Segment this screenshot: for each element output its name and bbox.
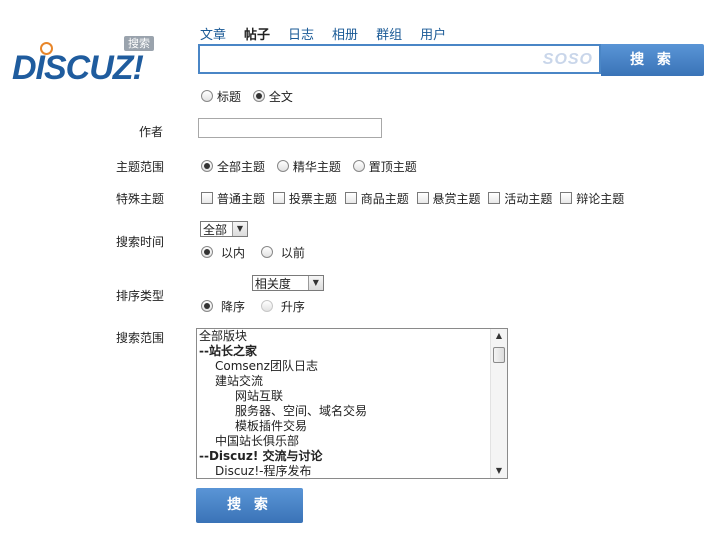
radio-icon (201, 90, 213, 102)
discuz-logo[interactable]: DISCUZ! 搜索 (12, 36, 177, 86)
special-activity[interactable]: 活动主题 (488, 192, 552, 206)
list-item[interactable]: 中国站长俱乐部 (197, 434, 507, 449)
special-reward[interactable]: 悬赏主题 (416, 192, 481, 206)
search-time-before[interactable]: 以前 (260, 246, 305, 260)
list-item[interactable]: --Discuz! 交流与讨论 (197, 449, 507, 464)
soso-watermark: SOSO (542, 51, 593, 68)
sort-desc[interactable]: 降序 (201, 300, 245, 314)
scroll-up-arrow-icon[interactable]: ▲ (491, 329, 507, 343)
topic-range-sticky[interactable]: 置顶主题 (352, 160, 417, 174)
checkbox-icon (201, 192, 213, 204)
radio-icon (276, 160, 289, 172)
radio-icon (260, 246, 273, 258)
search-input[interactable] (204, 46, 548, 74)
checkbox-icon (488, 192, 501, 204)
topic-range-all[interactable]: 全部主题 (201, 160, 265, 174)
sort-asc[interactable]: 升序 (260, 300, 305, 314)
author-input[interactable] (198, 118, 382, 138)
dropdown-arrow-icon: ▼ (307, 276, 323, 290)
search-time-label: 搜索时间 (116, 235, 165, 249)
search-type-tabs: 文章 帖子 日志 相册 群组 用户 (200, 24, 464, 43)
topic-range-label: 主题范围 (116, 160, 165, 174)
list-item[interactable]: 网站互联 (197, 389, 507, 404)
tab-blogs[interactable]: 日志 (288, 24, 314, 43)
list-item[interactable]: 建站交流 (197, 374, 507, 389)
checkbox-icon (344, 192, 357, 204)
search-button[interactable]: 搜 索 (601, 44, 704, 76)
radio-checked-icon (252, 90, 265, 102)
special-debate[interactable]: 辩论主题 (560, 192, 624, 206)
sort-type-select[interactable]: 相关度 ▼ (251, 275, 324, 291)
scroll-thumb[interactable] (493, 347, 505, 363)
checkbox-icon (272, 192, 285, 204)
tab-users[interactable]: 用户 (420, 24, 446, 43)
forum-listbox[interactable]: 全部版块 --站长之家 Comsenz团队日志 建站交流 网站互联 服务器、空间… (196, 328, 508, 479)
listbox-scrollbar[interactable]: ▲ ▼ (490, 329, 507, 478)
special-poll[interactable]: 投票主题 (272, 192, 337, 206)
topic-range-group: 全部主题 精华主题 置顶主题 (201, 158, 425, 175)
radio-checked-icon (201, 246, 213, 258)
scope-fulltext-option[interactable]: 全文 (252, 90, 293, 104)
radio-icon (352, 160, 365, 172)
special-normal[interactable]: 普通主题 (201, 192, 265, 206)
submit-search-button[interactable]: 搜 索 (196, 488, 303, 523)
search-time-range-group: 以内 以前 (201, 244, 313, 261)
special-topic-label: 特殊主题 (116, 192, 165, 206)
checkbox-icon (560, 192, 573, 204)
tab-groups[interactable]: 群组 (376, 24, 402, 43)
list-item[interactable]: 模板插件交易 (197, 419, 507, 434)
radio-checked-icon (201, 300, 213, 312)
list-item[interactable]: --站长之家 (197, 344, 507, 359)
search-range-label: 搜索范围 (116, 331, 165, 345)
tab-albums[interactable]: 相册 (332, 24, 358, 43)
list-item[interactable]: 服务器、空间、域名交易 (197, 404, 507, 419)
tab-posts[interactable]: 帖子 (244, 24, 270, 43)
special-trade[interactable]: 商品主题 (344, 192, 409, 206)
radio-icon (260, 300, 273, 312)
list-item[interactable]: 全部版块 (197, 329, 507, 344)
scroll-down-arrow-icon[interactable]: ▼ (491, 464, 507, 478)
scope-radio-group: 标题 全文 (201, 88, 301, 105)
search-box: SOSO (198, 44, 601, 74)
checkbox-icon (416, 192, 429, 204)
list-item[interactable]: Comsenz团队日志 (197, 359, 507, 374)
radio-checked-icon (201, 160, 213, 172)
sort-order-group: 降序 升序 (201, 298, 313, 315)
author-label: 作者 (139, 125, 164, 139)
logo-search-badge: 搜索 (124, 36, 154, 51)
topic-range-digest[interactable]: 精华主题 (276, 160, 341, 174)
tab-articles[interactable]: 文章 (200, 24, 226, 43)
logo-wordmark: DISCUZ! (12, 49, 144, 87)
dropdown-arrow-icon: ▼ (232, 222, 247, 236)
list-item[interactable]: Discuz!-程序发布 (197, 464, 507, 478)
sort-type-label: 排序类型 (116, 289, 165, 303)
search-time-within[interactable]: 以内 (201, 246, 245, 260)
scope-title-option[interactable]: 标题 (201, 90, 241, 104)
search-time-select[interactable]: 全部 ▼ (200, 221, 248, 237)
special-topic-group: 普通主题 投票主题 商品主题 悬赏主题 活动主题 辩论主题 (201, 190, 624, 207)
